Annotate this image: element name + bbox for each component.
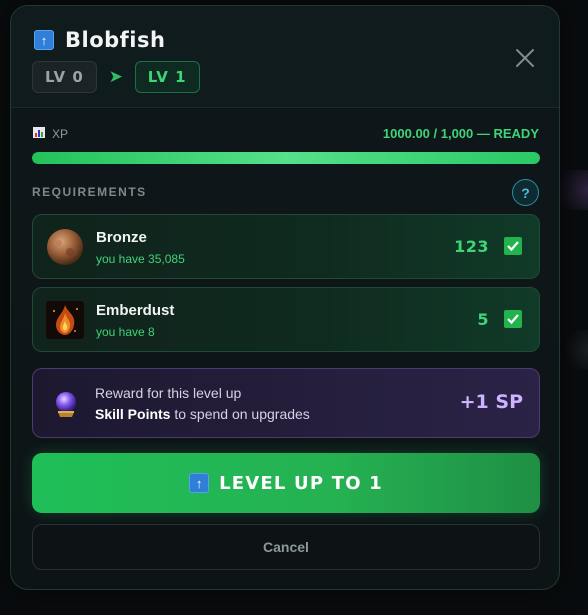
requirement-count: 5 [477,310,489,329]
requirement-item: Emberdust you have 8 5 [32,287,540,352]
current-level-badge: LV 0 [32,61,97,93]
xp-label: XP [52,127,69,141]
reward-value: +1 SP [459,391,523,413]
close-icon[interactable] [511,44,539,72]
next-level-badge: LV 1 [134,61,200,93]
xp-value: 1000.00 / 1,000 — READY [382,126,539,141]
xp-progress-bar [32,152,540,164]
dialog-header: ↑ Blobfish LV 0 ➤ LV 1 [11,6,559,108]
reward-desc-bold: Skill Points [95,406,171,422]
reward-description: Skill Points to spend on upgrades [95,406,310,422]
chart-icon [33,127,45,141]
up-arrow-icon: ↑ [34,30,54,50]
level-up-button-label: LEVEL UP TO 1 [219,472,383,494]
bronze-ore-icon [46,228,84,266]
level-up-dialog: ↑ Blobfish LV 0 ➤ LV 1 XP 1000.00 / 1,00… [10,5,560,590]
requirements-label: REQUIREMENTS [32,185,147,199]
requirement-count: 123 [454,237,489,256]
help-button[interactable]: ? [512,179,539,206]
checkmark-icon [504,310,522,328]
requirement-have: you have 8 [96,325,155,339]
cancel-button[interactable]: Cancel [32,524,540,570]
reward-card: Reward for this level up Skill Points to… [32,368,540,438]
requirement-name: Bronze [96,229,147,246]
xp-progress-fill [32,152,540,164]
reward-desc-rest: to spend on upgrades [170,406,310,422]
background-glow [558,330,588,370]
requirement-item: Bronze you have 35,085 123 [32,214,540,279]
emberdust-icon [46,301,84,339]
requirement-have: you have 35,085 [96,252,185,266]
level-transition: LV 0 ➤ LV 1 [32,61,200,93]
up-arrow-icon: ↑ [189,473,210,493]
title-row: ↑ Blobfish [34,28,165,52]
dialog-title: Blobfish [65,28,166,52]
reward-title: Reward for this level up [95,385,242,401]
level-up-button[interactable]: ↑ LEVEL UP TO 1 [32,453,540,513]
xp-label-row: XP [33,127,68,141]
arrow-right-icon: ➤ [108,67,123,86]
requirement-name: Emberdust [96,302,175,319]
crystal-orb-icon [52,390,80,418]
checkmark-icon [504,237,522,255]
